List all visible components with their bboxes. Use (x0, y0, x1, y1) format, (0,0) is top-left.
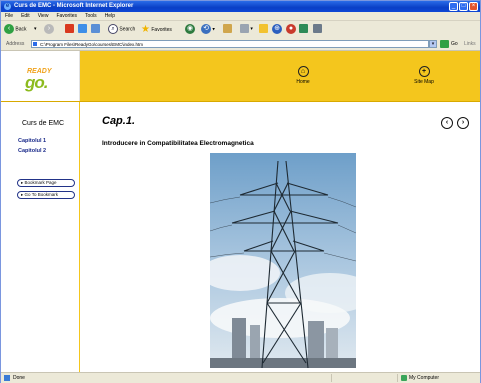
go-arrow-icon[interactable] (440, 40, 449, 48)
links-button[interactable]: Links (464, 41, 476, 47)
status-text: Done (13, 375, 25, 381)
window-title: Curs de EMC - Microsoft Internet Explore… (14, 3, 134, 9)
menu-file[interactable]: File (5, 12, 13, 20)
sidebar-item-capitolul-1[interactable]: Capitolul 1 (18, 138, 46, 144)
nav-sitemap-label: Site Map (414, 79, 434, 85)
next-page-button[interactable]: › (457, 117, 469, 129)
refresh-button[interactable] (78, 24, 87, 35)
goto-bookmark-button[interactable]: ▸ Go To Bookmark (17, 191, 75, 199)
media-button[interactable]: ◉ (185, 24, 195, 35)
mail-icon (223, 24, 232, 34)
site-banner: READY go. ⌂ Home + Site Map (1, 51, 480, 102)
edit-button[interactable] (259, 24, 268, 35)
nav-home-label: Home (296, 79, 310, 85)
home-browser-icon (91, 24, 100, 34)
address-bar: Address C:\Program Files\ReadyGo\courses… (1, 38, 480, 51)
toolbar: ‹ Back ▾ › ⌕ Search ★ Favorites ◉ ⟲ ▾ ▾ … (1, 21, 480, 39)
nav-sitemap-button[interactable]: + Site Map (404, 66, 444, 85)
page-content: READY go. ⌂ Home + Site Map Curs de EMC … (1, 51, 480, 373)
goto-bookmark-label: Go To Bookmark (24, 192, 58, 197)
tools-button[interactable] (313, 24, 322, 35)
close-button[interactable]: × (469, 2, 478, 11)
main-panel: Cap.1. Introducere in Compatibilitatea E… (80, 102, 480, 373)
menu-favorites[interactable]: Favorites (56, 12, 77, 20)
search-icon: ⌕ (108, 24, 118, 34)
print-dropdown-icon: ▾ (250, 26, 253, 32)
sidebar-item-capitolul-2[interactable]: Capitolul 2 (18, 148, 46, 154)
back-dropdown-icon[interactable]: ▾ (34, 24, 37, 35)
discuss-button[interactable]: ⊕ (272, 24, 282, 35)
go-button[interactable]: Go (451, 41, 458, 47)
maximize-button[interactable]: □ (459, 2, 468, 11)
stop-button[interactable] (65, 24, 74, 35)
favorites-star-icon: ★ (141, 24, 150, 35)
power-pylon-photo (210, 153, 356, 368)
home-icon: ⌂ (297, 66, 309, 77)
print-button[interactable]: ▾ (240, 24, 253, 35)
logo-go-text: go. (25, 73, 48, 92)
page-icon (33, 42, 37, 46)
home-button[interactable] (91, 24, 100, 35)
chapter-heading: Cap.1. (102, 115, 136, 127)
stop-icon (65, 24, 74, 34)
history-button[interactable]: ⟲ ▾ (201, 24, 215, 35)
address-dropdown-icon[interactable]: ▾ (429, 40, 437, 48)
print-icon (240, 24, 249, 34)
favorites-button[interactable]: ★ Favorites (141, 24, 172, 35)
sitemap-icon: + (418, 66, 430, 77)
research-button[interactable]: ● (286, 24, 296, 35)
readygo-logo: READY go. (1, 51, 80, 101)
tools-icon (313, 24, 322, 34)
messenger-icon (299, 24, 308, 34)
menu-help[interactable]: Help (105, 12, 115, 20)
menu-bar: File Edit View Favorites Tools Help (1, 12, 480, 21)
refresh-icon (78, 24, 87, 34)
nav-home-button[interactable]: ⌂ Home (283, 66, 323, 85)
browser-window: e Curs de EMC - Microsoft Internet Explo… (0, 0, 481, 383)
security-zone: My Computer (409, 375, 440, 381)
menu-edit[interactable]: Edit (21, 12, 30, 20)
page-done-icon (4, 375, 10, 381)
sidebar: Curs de EMC Capitolul 1 Capitolul 2 ▸ Bo… (1, 102, 80, 373)
back-arrow-icon: ‹ (4, 24, 14, 34)
search-label: Search (119, 26, 136, 33)
menu-view[interactable]: View (38, 12, 49, 20)
forward-button[interactable]: › (44, 24, 54, 35)
mail-button[interactable] (223, 24, 232, 35)
title-bar: e Curs de EMC - Microsoft Internet Explo… (1, 1, 480, 12)
media-icon: ◉ (185, 24, 195, 34)
discuss-icon: ⊕ (272, 24, 282, 34)
ie-logo-icon: e (4, 3, 11, 10)
status-divider (331, 374, 332, 382)
favorites-label: Favorites (151, 26, 172, 33)
my-computer-icon (401, 375, 407, 381)
messenger-button[interactable] (299, 24, 308, 35)
goto-arrow-icon: ▸ (21, 192, 24, 197)
window-controls: _ □ × (449, 2, 478, 11)
status-bar: Done My Computer (1, 372, 480, 383)
research-icon: ● (286, 24, 296, 34)
bookmark-page-button[interactable]: ▸ Bookmark Page (17, 179, 75, 187)
history-dropdown-icon: ▾ (212, 26, 215, 33)
previous-page-button[interactable]: ‹ (441, 117, 453, 129)
minimize-button[interactable]: _ (449, 2, 458, 11)
menu-tools[interactable]: Tools (85, 12, 97, 20)
bookmark-page-label: Bookmark Page (24, 180, 57, 185)
back-button[interactable]: ‹ Back (4, 24, 27, 35)
history-icon: ⟲ (201, 24, 211, 34)
forward-arrow-icon: › (44, 24, 54, 34)
bookmark-arrow-icon: ▸ (21, 180, 24, 185)
chapter-subtitle: Introducere in Compatibilitatea Electrom… (102, 140, 254, 147)
status-divider (397, 374, 398, 382)
edit-icon (259, 24, 268, 34)
search-button[interactable]: ⌕ Search (108, 24, 135, 35)
course-title: Curs de EMC (22, 120, 65, 127)
address-input[interactable]: C:\Program Files\ReadyGo\courses\EMC\ind… (31, 40, 429, 48)
back-label: Back (15, 26, 27, 33)
address-label: Address (6, 41, 25, 47)
